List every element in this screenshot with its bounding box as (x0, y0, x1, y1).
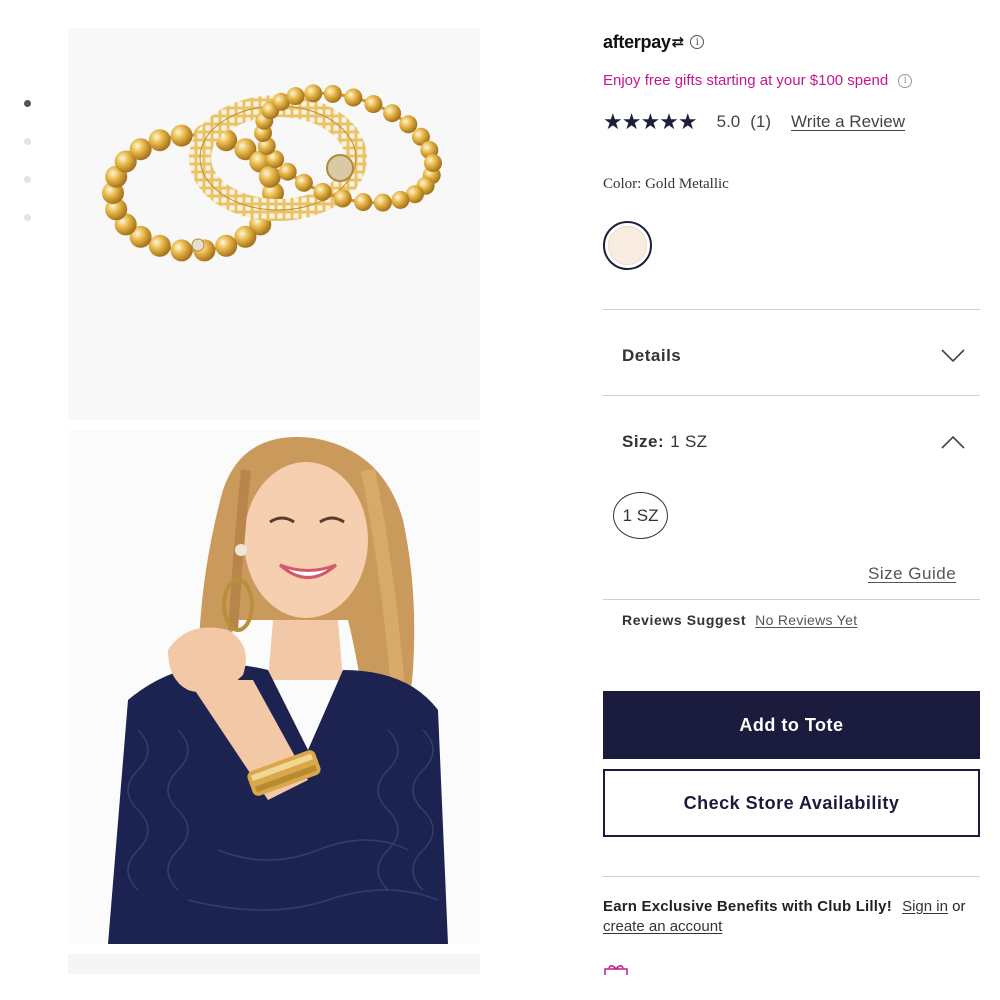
gold-bead (323, 84, 342, 103)
gold-bead (215, 234, 238, 257)
club-lilly-banner: Earn Exclusive Benefits with Club Lilly!… (603, 897, 983, 937)
product-image-3-peek[interactable] (68, 954, 480, 974)
afterpay-logo-icon: ⇄ (671, 34, 685, 51)
gold-bead (148, 129, 171, 152)
write-review-link[interactable]: Write a Review (791, 112, 905, 132)
check-store-availability-button[interactable]: Check Store Availability (603, 769, 980, 837)
gallery-pagination (20, 100, 36, 252)
reviews-suggest-row: Reviews Suggest No Reviews Yet (622, 612, 857, 628)
cutoff-text (820, 10, 920, 14)
size-label: Size: (622, 432, 665, 451)
rating-value: 5.0 (716, 112, 741, 131)
gold-bead (170, 124, 193, 147)
gold-bead (286, 87, 305, 106)
size-option-1sz[interactable]: 1 SZ (613, 492, 668, 539)
gallery-dot-1[interactable] (24, 100, 31, 107)
gold-bead (333, 189, 352, 208)
bracelet-set-product-image[interactable] (68, 28, 480, 420)
divider (603, 395, 980, 396)
model-wearing-bracelets-image[interactable] (68, 430, 480, 944)
gold-bead (294, 173, 313, 192)
color-label: Color: Gold Metallic (603, 176, 729, 192)
divider (603, 599, 980, 600)
size-guide-link[interactable]: Size Guide (868, 564, 956, 584)
afterpay-info-icon[interactable]: i (690, 35, 705, 49)
gold-bead (148, 234, 171, 257)
gold-bead (424, 154, 442, 172)
reviews-suggest-label: Reviews Suggest (622, 612, 747, 628)
promo-message: Enjoy free gifts starting at your $100 s… (603, 72, 913, 89)
color-swatch-selected[interactable] (603, 221, 652, 270)
divider (603, 309, 980, 310)
gold-bead (170, 239, 193, 262)
promo-text: Enjoy free gifts starting at your $100 s… (603, 72, 889, 89)
gold-bead (364, 95, 383, 114)
chevron-up-icon[interactable] (941, 435, 965, 449)
afterpay-row: afterpay ⇄ i (603, 31, 705, 53)
gallery-dot-2[interactable] (24, 138, 31, 145)
gold-bead (383, 104, 402, 123)
gold-bead (391, 190, 410, 209)
afterpay-logo: afterpay (603, 31, 671, 52)
color-swatch-gold-metallic (608, 226, 647, 265)
gold-bead (129, 138, 152, 161)
or-text: or (952, 898, 966, 915)
promo-info-icon[interactable]: i (898, 73, 913, 88)
rating-row: ★★★★★ 5.0 (1) Write a Review (603, 109, 905, 135)
sign-in-link[interactable]: Sign in (902, 898, 948, 915)
club-text: Earn Exclusive Benefits with Club Lilly! (603, 898, 892, 915)
chevron-down-icon[interactable] (941, 349, 965, 363)
details-accordion-title[interactable]: Details (622, 346, 681, 366)
gold-bead (373, 193, 392, 212)
gold-bead (313, 182, 332, 201)
size-accordion-title[interactable]: Size: 1 SZ (622, 432, 707, 452)
rating-count[interactable]: (1) (750, 112, 771, 132)
gallery-dot-3[interactable] (24, 176, 31, 183)
size-selected-value: 1 SZ (670, 432, 708, 451)
star-rating-icon[interactable]: ★★★★★ (603, 109, 698, 135)
gift-icon (604, 965, 628, 975)
gold-bead (354, 193, 373, 212)
gallery-dot-4[interactable] (24, 214, 31, 221)
create-account-link[interactable]: create an account (603, 918, 722, 935)
gold-bead (304, 84, 323, 103)
divider (603, 876, 980, 877)
gold-bead (234, 225, 257, 248)
gold-bead (344, 88, 363, 107)
add-to-tote-button[interactable]: Add to Tote (603, 691, 980, 759)
no-reviews-link[interactable]: No Reviews Yet (755, 612, 857, 628)
gold-bead (258, 165, 281, 188)
